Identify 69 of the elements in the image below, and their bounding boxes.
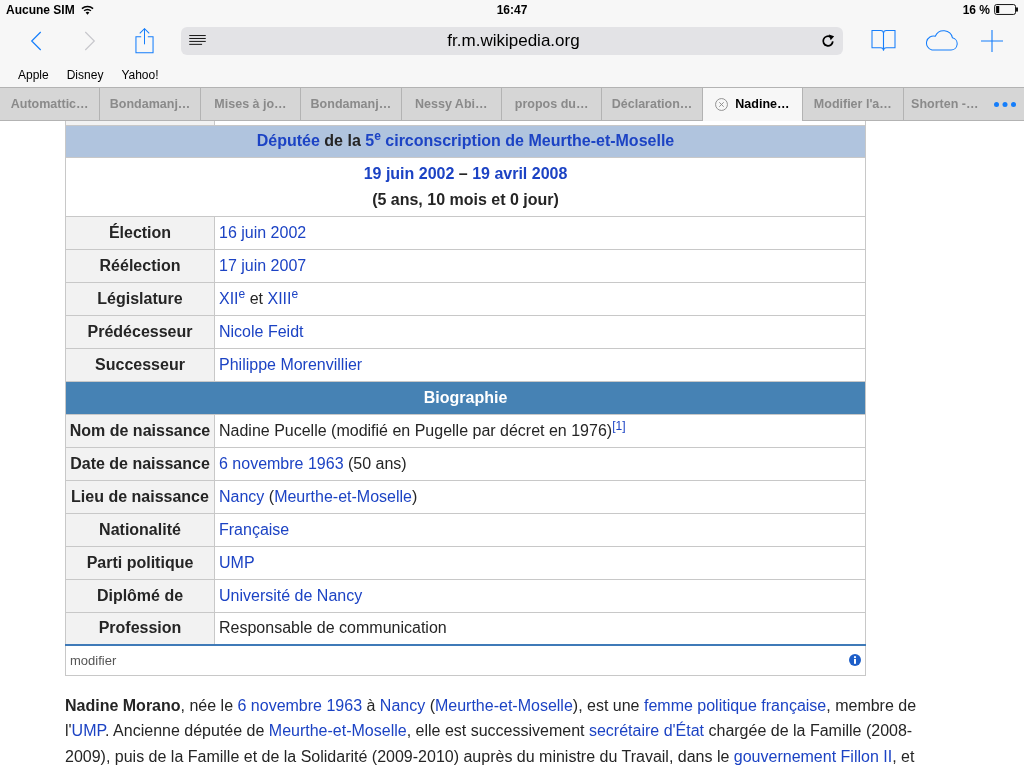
- link[interactable]: Philippe Morenvillier: [219, 355, 363, 373]
- field-label: Législature: [97, 289, 183, 307]
- link[interactable]: 5$^{e}$ circonscription de Meurthe-et-Moselle: [365, 132, 675, 149]
- info-icon[interactable]: [849, 654, 861, 667]
- link[interactable]: gouvernement Fillon II: [733, 747, 893, 765]
- field-label: Réélection: [99, 256, 181, 274]
- link[interactable]: Française: [219, 520, 290, 538]
- link[interactable]: Nancy: [379, 696, 426, 714]
- link[interactable]: 6 novembre 1963: [237, 696, 363, 714]
- link[interactable]: UMP: [219, 553, 255, 571]
- carrier-name: Aucune SIM: [6, 1, 75, 19]
- clock-time: 16:47: [496, 1, 528, 19]
- url-text: fr.m.wikipedia.org: [447, 29, 580, 52]
- link[interactable]: Nancy: [219, 487, 265, 505]
- field-value: 6 novembre 1963 (50 ans): [219, 454, 407, 472]
- link[interactable]: Nicole Feidt: [219, 322, 304, 340]
- field-label: Lieu de naissance: [71, 487, 209, 505]
- field-value: XII$^{e}$ et XIII$^{e}$: [219, 289, 299, 307]
- edit-link[interactable]: modifier: [70, 650, 117, 670]
- more-dots-icon: [994, 101, 1016, 107]
- wifi-icon: [80, 4, 94, 15]
- address-bar[interactable]: fr.m.wikipedia.org: [181, 26, 843, 55]
- section-heading: Biographie: [423, 388, 508, 406]
- link[interactable]: XIII$^{e}$: [267, 289, 299, 307]
- field-label: Prédécesseur: [87, 322, 193, 340]
- field-label: Nationalité: [99, 520, 181, 538]
- cloud-icon: [923, 30, 959, 51]
- link[interactable]: Meurthe-et-Moselle: [274, 487, 412, 505]
- link[interactable]: Université de Nancy: [219, 586, 363, 604]
- link[interactable]: Meurthe-et-Moselle: [268, 722, 407, 739]
- link[interactable]: 16 juin 2002: [219, 223, 307, 241]
- link[interactable]: 17 juin 2007: [219, 256, 307, 274]
- bookmark-link[interactable]: Disney: [66, 65, 104, 84]
- link[interactable]: 19 avril 2008: [472, 164, 568, 182]
- field-label: Profession: [98, 619, 182, 637]
- link[interactable]: Députée: [256, 132, 320, 149]
- bookmark-link[interactable]: Apple: [18, 65, 49, 84]
- battery-icon: [994, 4, 1018, 15]
- link[interactable]: XII$^{e}$: [219, 289, 246, 307]
- field-label: Date de naissance: [70, 454, 210, 472]
- link[interactable]: Meurthe-et-Moselle: [434, 696, 573, 714]
- field-value: Nadine Pucelle (modifié en Pugelle par décret en 1976)$^{[1]}$: [219, 421, 626, 439]
- battery-percentage: 16 %: [962, 1, 990, 19]
- bookmark-link[interactable]: Yahoo!: [121, 65, 159, 84]
- chevron-right-icon: [84, 29, 96, 52]
- field-label: Parti politique: [86, 553, 194, 571]
- field-value: Nancy (Meurthe-et-Moselle): [219, 487, 418, 505]
- article-paragraph: Nadine Morano, née le 6 novembre 1963 à Nancy (Meurthe-et-Moselle), est une femme politique française, membre de l'UMP. Ancienne députée de Meurthe-et-Moselle, elle est successivement secrétaire d'État chargée de la Famille (2008- 2009), puis de la Famille et de la Solidarité (2009-2010) auprès du ministre du Travail, dans le gouvernement Fillon II, et: [65, 695, 918, 767]
- infobox-heading: Députée de la 5$^{e}$ circonscription de Meurthe-et-Moselle: [256, 132, 675, 149]
- share-icon: [134, 27, 154, 54]
- term-dates: 19 juin 2002 – 19 avril 2008: [363, 163, 568, 184]
- field-value: Responsable de communication: [219, 619, 447, 637]
- text-lines-icon[interactable]: [189, 35, 206, 46]
- book-icon: [870, 29, 896, 52]
- link[interactable]: 6 novembre 1963: [219, 454, 344, 472]
- field-label: Diplômé de: [96, 586, 184, 604]
- field-label: Élection: [108, 223, 172, 241]
- link[interactable]: secrétaire d'État: [588, 722, 705, 739]
- tab[interactable]: Nadine…: [702, 88, 804, 121]
- term-duration: (5 ans, 10 mois et 0 jour): [372, 189, 559, 210]
- reload-icon[interactable]: [821, 33, 835, 48]
- link[interactable]: [1]: [612, 421, 626, 439]
- field-label: Successeur: [95, 355, 185, 373]
- plus-icon: [981, 29, 1003, 52]
- field-label: Nom de naissance: [69, 421, 211, 439]
- chevron-left-icon: [30, 29, 42, 52]
- link[interactable]: femme politique française: [643, 696, 827, 714]
- close-icon[interactable]: [715, 98, 729, 111]
- link[interactable]: 19 juin 2002: [363, 164, 455, 182]
